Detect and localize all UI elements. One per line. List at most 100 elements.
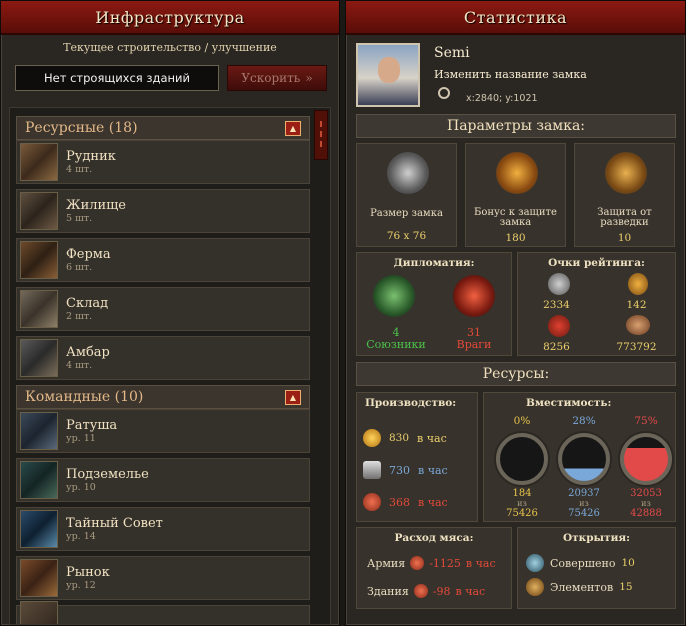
- dungeon-icon: [20, 461, 58, 499]
- collapse-icon[interactable]: ▲: [285, 121, 301, 136]
- elements-label: Элементов: [550, 580, 614, 594]
- magnifier-icon[interactable]: [438, 87, 450, 99]
- building-count: ур. 11: [66, 432, 96, 444]
- category-command[interactable]: Командные (10) ▲: [16, 385, 310, 409]
- capacity-readout: 184 из 75426: [490, 489, 554, 519]
- avatar[interactable]: [356, 43, 420, 107]
- per-hour: в час: [418, 463, 448, 477]
- shield-icon: [628, 273, 648, 295]
- meat-production: 368: [389, 495, 410, 509]
- building-name: Жилище: [66, 197, 126, 213]
- hand-icon: [626, 315, 650, 335]
- discoveries-done-label: Совершено: [550, 556, 616, 570]
- army-meat-value: -1125: [429, 556, 461, 570]
- building-item[interactable]: Подземелье ур. 10: [16, 458, 310, 502]
- capacity-orb: [558, 433, 610, 485]
- farm-icon: [20, 241, 58, 279]
- rename-castle-link[interactable]: Изменить название замка: [434, 68, 587, 81]
- diplomacy-title: Дипломатия:: [393, 257, 475, 269]
- capacity-value: 20937: [568, 488, 600, 499]
- capacity-value: 184: [512, 488, 532, 499]
- building-count: ур. 12: [66, 579, 96, 591]
- category-resource[interactable]: Ресурсные (18) ▲: [16, 116, 310, 140]
- elements-value: 15: [619, 581, 633, 593]
- building-item[interactable]: Склад 2 шт.: [16, 287, 310, 331]
- building-item[interactable]: Рудник 4 шт.: [16, 140, 310, 184]
- building-item[interactable]: Ратуша ур. 11: [16, 409, 310, 453]
- speedup-button[interactable]: Ускорить »: [227, 65, 327, 91]
- statistics-panel: Статистика Semi Изменить название замка …: [345, 0, 686, 626]
- resources-header: Ресурсы:: [356, 362, 676, 386]
- mine-icon: [20, 143, 58, 181]
- meat-usage-box: Расход мяса: Армия -1125 в час Здания -98 в …: [356, 527, 512, 609]
- shield-icon: [496, 152, 538, 194]
- building-item[interactable]: Ферма 6 шт.: [16, 238, 310, 282]
- building-icon: [20, 601, 58, 624]
- gold-production: 830: [389, 432, 410, 444]
- building-name: Ратуша: [66, 417, 118, 433]
- building-count: ур. 10: [66, 481, 96, 493]
- buildings-meat-value: -98: [432, 584, 451, 598]
- param-castle-size: Размер замка 76 x 76: [356, 143, 457, 247]
- castle-icon: [387, 152, 429, 194]
- meat-icon: [413, 584, 428, 598]
- building-item[interactable]: Амбар 4 шт.: [16, 336, 310, 380]
- rating-title: Очки рейтинга:: [548, 257, 645, 269]
- discoveries-box: Открытия: Совершено 10 Элементов 15: [517, 527, 676, 609]
- warehouse-icon: [20, 290, 58, 328]
- collapse-icon[interactable]: ▲: [285, 390, 301, 405]
- avatar-face: [378, 57, 400, 83]
- building-name: Рынок: [66, 564, 110, 580]
- allies-label[interactable]: Союзники: [363, 339, 429, 351]
- meat-icon: [363, 493, 381, 511]
- capacity-max: 75426: [506, 508, 538, 519]
- param-value: 10: [617, 232, 632, 244]
- building-name: Склад: [66, 295, 109, 311]
- building-count: 5 шт.: [66, 212, 93, 224]
- discoveries-title: Открытия:: [562, 532, 631, 544]
- param-value: 180: [505, 232, 526, 244]
- category-label: Ресурсные (18): [25, 120, 138, 136]
- barn-icon: [20, 339, 58, 377]
- capacity-orb: [496, 433, 548, 485]
- speedup-label: Ускорить: [241, 71, 301, 85]
- building-item[interactable]: Рынок ур. 12: [16, 556, 310, 600]
- capacity-percent: 75%: [634, 415, 658, 427]
- building-item[interactable]: Тайный Совет ур. 14: [16, 507, 310, 551]
- castle-params-header: Параметры замка:: [356, 114, 676, 138]
- statistics-title: Статистика: [346, 1, 685, 35]
- category-label: Командные (10): [25, 389, 144, 405]
- rating-shield: 142: [626, 299, 647, 311]
- buildings-label: Здания: [367, 584, 409, 598]
- construction-subtitle: Текущее строительство / улучшение: [63, 41, 277, 54]
- param-label: Защита от разведки: [597, 207, 652, 228]
- building-item[interactable]: Жилище 5 шт.: [16, 189, 310, 233]
- infrastructure-panel: Инфраструктура Текущее строительство / у…: [0, 0, 340, 626]
- building-list[interactable]: Ресурсные (18) ▲ Рудник 4 шт. Жилище 5 шт. …: [9, 107, 331, 625]
- per-hour: в час: [455, 584, 486, 598]
- rating-hand: 773792: [616, 341, 657, 353]
- building-count: 2 шт.: [66, 310, 93, 322]
- param-defense-bonus: Бонус к защите замка 180: [465, 143, 566, 247]
- building-item-partial[interactable]: [16, 601, 310, 624]
- army-label: Армия: [367, 556, 406, 570]
- param-value: 76 x 76: [386, 230, 427, 242]
- eagle-icon: [605, 152, 647, 194]
- meat-icon: [410, 556, 425, 570]
- capacity-readout: 20937 из 75426: [552, 489, 616, 519]
- banner-icon: [548, 315, 570, 337]
- production-box: Производство: 830 в час 730 в час 368 в час: [356, 392, 478, 522]
- building-count: ур. 14: [66, 530, 96, 542]
- capacity-max: 75426: [568, 508, 600, 519]
- building-count: 6 шт.: [66, 261, 93, 273]
- scrollbar[interactable]: [314, 110, 328, 160]
- secret-council-icon: [20, 510, 58, 548]
- building-name: Амбар: [66, 344, 110, 360]
- capacity-percent: 28%: [572, 415, 596, 427]
- market-icon: [20, 559, 58, 597]
- iron-icon: [363, 461, 381, 479]
- capacity-max: 42888: [630, 508, 662, 519]
- capacity-percent: 0%: [513, 415, 531, 427]
- allies-icon[interactable]: [373, 275, 415, 317]
- capacity-readout: 32053 из 42888: [614, 489, 678, 519]
